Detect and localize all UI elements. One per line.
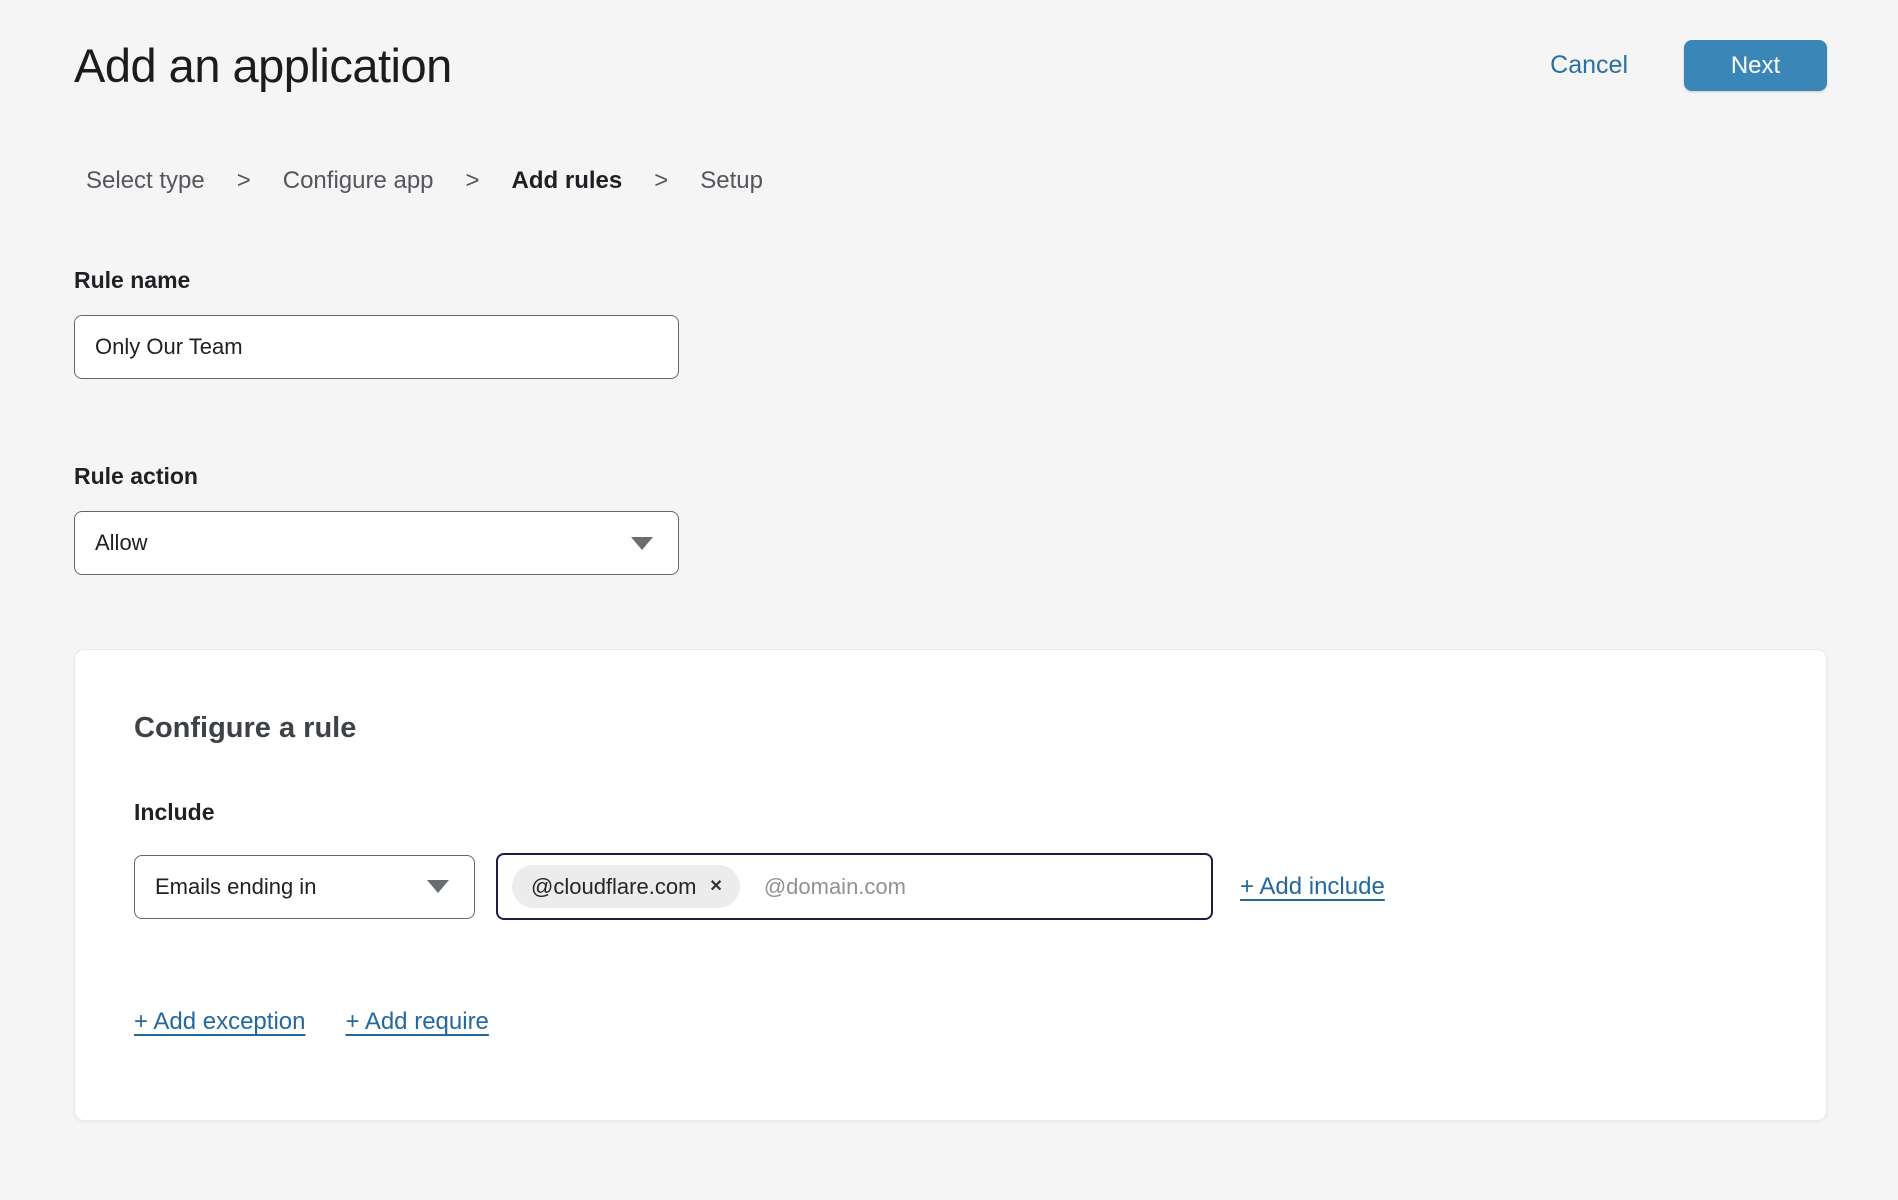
rule-links-row: + Add exception + Add require: [134, 1008, 1766, 1036]
chevron-down-icon: [631, 537, 653, 550]
step-setup[interactable]: Setup: [700, 167, 763, 195]
rule-action-value: Allow: [95, 530, 148, 556]
breadcrumb-separator: >: [237, 167, 251, 195]
add-require-link[interactable]: + Add require: [345, 1008, 488, 1036]
add-exception-link[interactable]: + Add exception: [134, 1008, 305, 1036]
include-label: Include: [134, 799, 1766, 826]
rule-action-label: Rule action: [74, 463, 1827, 490]
domain-entry-input[interactable]: [764, 874, 1211, 900]
rule-name-input[interactable]: [74, 315, 679, 379]
configure-rule-card: Configure a rule Include Emails ending i…: [74, 649, 1827, 1121]
rule-action-select[interactable]: Allow: [74, 511, 679, 575]
email-domain-tag: @cloudflare.com ✕: [512, 865, 740, 908]
rule-name-section: Rule name: [74, 267, 1827, 379]
breadcrumb: Select type > Configure app > Add rules …: [86, 167, 1827, 195]
header-actions: Cancel Next: [1550, 40, 1827, 91]
next-button[interactable]: Next: [1684, 40, 1827, 91]
step-add-rules[interactable]: Add rules: [512, 167, 623, 195]
card-title: Configure a rule: [134, 712, 1766, 745]
include-rule-row: Emails ending in @cloudflare.com ✕ + Add…: [134, 853, 1766, 920]
add-include-link[interactable]: + Add include: [1240, 873, 1385, 901]
rule-action-section: Rule action Allow: [74, 463, 1827, 575]
breadcrumb-separator: >: [466, 167, 480, 195]
include-selector-select[interactable]: Emails ending in: [134, 855, 475, 919]
page-title: Add an application: [74, 38, 452, 93]
rule-name-label: Rule name: [74, 267, 1827, 294]
cancel-button[interactable]: Cancel: [1550, 51, 1628, 80]
add-application-page: Add an application Cancel Next Select ty…: [0, 0, 1898, 1121]
breadcrumb-separator: >: [654, 167, 668, 195]
step-configure-app[interactable]: Configure app: [283, 167, 434, 195]
include-value-input-container[interactable]: @cloudflare.com ✕: [496, 853, 1213, 920]
step-select-type[interactable]: Select type: [86, 167, 205, 195]
include-selector-value: Emails ending in: [155, 874, 316, 900]
page-header: Add an application Cancel Next: [74, 38, 1827, 93]
remove-tag-icon[interactable]: ✕: [709, 879, 722, 895]
chevron-down-icon: [427, 880, 449, 893]
email-domain-tag-label: @cloudflare.com: [531, 874, 696, 900]
